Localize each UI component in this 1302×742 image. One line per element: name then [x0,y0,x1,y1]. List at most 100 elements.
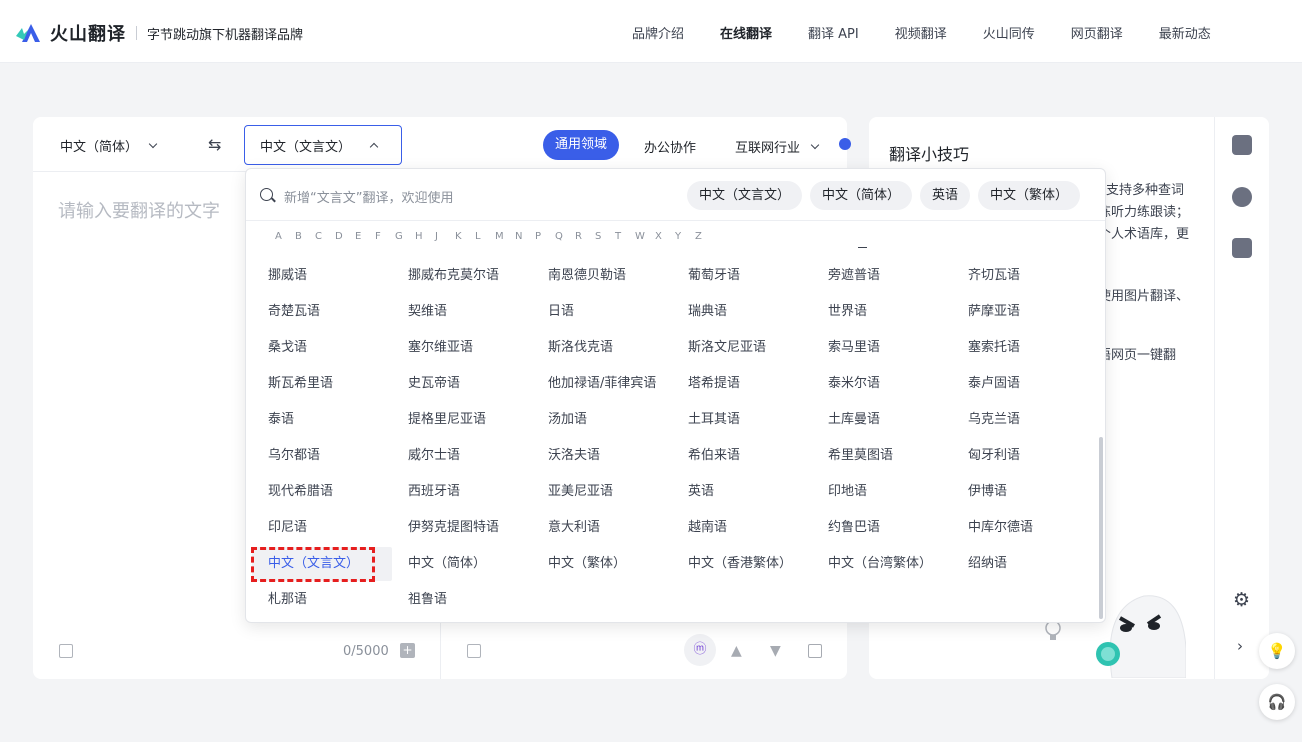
language-option[interactable]: 中文（台湾繁体） [812,547,952,581]
recent-chip[interactable]: 中文（文言文） [687,181,803,210]
language-option[interactable]: 瑞典语 [672,295,812,329]
alphabet-letter[interactable]: B [295,231,315,242]
alphabet-letter[interactable]: W [635,231,655,242]
chevron-right-icon[interactable]: › [1237,637,1243,655]
alphabet-letter[interactable]: Q [555,231,575,242]
language-option[interactable]: 奇楚瓦语 [252,295,392,329]
language-option[interactable]: 越南语 [672,511,812,545]
nav-simultaneous[interactable]: 火山同传 [983,23,1035,42]
alphabet-letter[interactable]: K [455,231,475,242]
alphabet-letter[interactable]: X [655,231,675,242]
language-option[interactable]: 亚美尼亚语 [532,475,672,509]
language-option[interactable]: 塞索托语 [952,331,1092,365]
thumbs-down-icon[interactable]: ▼ [770,643,781,659]
status-dot[interactable] [839,138,851,150]
language-option[interactable]: 约鲁巴语 [812,511,952,545]
language-option[interactable]: 希里莫图语 [812,439,952,473]
language-option[interactable]: 土耳其语 [672,403,812,437]
language-option[interactable]: 齐切瓦语 [952,259,1092,293]
alphabet-letter[interactable]: Y [675,231,695,242]
recent-chip[interactable]: 英语 [920,181,971,210]
language-option[interactable]: 西班牙语 [392,475,532,509]
domain-general-button[interactable]: 通用领域 [543,130,620,160]
language-option[interactable]: 威尔士语 [392,439,532,473]
language-option[interactable]: 札那语 [252,583,392,617]
alphabet-letter[interactable]: H [415,231,435,242]
thumbs-up-icon[interactable]: ▲ [731,643,742,659]
language-option[interactable]: 伊努克提图特语 [392,511,532,545]
language-option[interactable]: 塔希提语 [672,367,812,401]
language-option[interactable]: 史瓦帝语 [392,367,532,401]
alphabet-letter[interactable]: D [335,231,355,242]
language-option[interactable]: 中文（繁体） [532,547,672,581]
alphabet-letter[interactable]: M [495,231,515,242]
language-option[interactable]: 泰语 [252,403,392,437]
alphabet-letter[interactable]: P [535,231,555,242]
alphabet-letter[interactable]: T [615,231,635,242]
language-option[interactable]: 挪威语 [252,259,392,293]
alphabet-letter[interactable]: N [515,231,535,242]
language-option[interactable]: 旁遮普语 [812,259,952,293]
feedback-icon[interactable] [808,644,822,658]
logo[interactable]: 火山翻译 字节跳动旗下机器翻译品牌 [16,20,303,46]
language-option[interactable]: 日语 [532,295,672,329]
domain-internet-select[interactable]: 互联网行业 [735,137,820,156]
language-option[interactable]: 乌尔都语 [252,439,392,473]
copy-target-icon[interactable] [467,644,481,658]
alphabet-letter[interactable]: S [595,231,615,242]
favorites-icon[interactable] [1232,238,1252,258]
nav-video-translate[interactable]: 视频翻译 [895,23,947,42]
recent-chip[interactable]: 中文（简体） [810,181,913,210]
language-search-input[interactable]: 新增“文言文”翻译，欢迎使用 [284,187,453,206]
language-option[interactable]: 现代希腊语 [252,475,392,509]
language-option[interactable]: 葡萄牙语 [672,259,812,293]
language-option[interactable]: 提格里尼亚语 [392,403,532,437]
language-option[interactable]: 中文（香港繁体） [672,547,812,581]
nav-brand-intro[interactable]: 品牌介绍 [632,23,684,42]
language-option[interactable]: 中文（简体） [392,547,532,581]
nav-online-translate[interactable]: 在线翻译 [720,23,772,42]
alphabet-letter[interactable]: L [475,231,495,242]
language-option[interactable]: 塞尔维亚语 [392,331,532,365]
alphabet-letter[interactable]: F [375,231,395,242]
alphabet-letter[interactable]: J [435,231,455,242]
language-option[interactable]: 世界语 [812,295,952,329]
history-icon[interactable] [1232,187,1252,207]
alphabet-letter[interactable]: Z [695,231,715,242]
language-option[interactable]: 沃洛夫语 [532,439,672,473]
language-option[interactable]: 土库曼语 [812,403,952,437]
language-option[interactable]: 泰米尔语 [812,367,952,401]
swap-languages-icon[interactable]: ⇆ [208,135,221,154]
polish-icon[interactable]: ⓜ [684,634,716,666]
language-option[interactable]: 英语 [672,475,812,509]
language-option[interactable]: 匈牙利语 [952,439,1092,473]
recent-chip[interactable]: 中文（繁体） [978,181,1081,210]
language-option[interactable]: 希伯来语 [672,439,812,473]
language-option[interactable]: 斯洛伐克语 [532,331,672,365]
gear-icon[interactable]: ⚙ [1233,589,1250,611]
dropdown-scrollbar[interactable] [1099,437,1103,619]
alphabet-letter[interactable]: G [395,231,415,242]
language-option[interactable]: 印尼语 [252,511,392,545]
copy-source-icon[interactable] [59,644,73,658]
alphabet-letter[interactable]: C [315,231,335,242]
language-option[interactable]: 斯瓦希里语 [252,367,392,401]
source-text-input[interactable]: 请输入要翻译的文字 [58,197,220,223]
alphabet-letter[interactable]: A [275,231,295,242]
language-option[interactable]: 祖鲁语 [392,583,532,617]
add-icon[interactable]: + [400,643,415,658]
language-option[interactable]: 中库尔德语 [952,511,1092,545]
target-language-select[interactable]: 中文（文言文） [244,125,402,165]
language-option[interactable]: 他加禄语/菲律宾语 [532,367,672,401]
language-option[interactable]: 印地语 [812,475,952,509]
language-option[interactable]: 伊博语 [952,475,1092,509]
language-option[interactable]: 契维语 [392,295,532,329]
language-option[interactable]: 泰卢固语 [952,367,1092,401]
domain-office-button[interactable]: 办公协作 [644,137,696,156]
language-option[interactable]: 绍纳语 [952,547,1092,581]
alphabet-letter[interactable]: R [575,231,595,242]
book-icon[interactable] [1232,135,1252,155]
support-headset-button[interactable]: 🎧 [1259,684,1295,720]
language-option[interactable]: 意大利语 [532,511,672,545]
language-option[interactable]: 中文（文言文） [252,547,392,581]
